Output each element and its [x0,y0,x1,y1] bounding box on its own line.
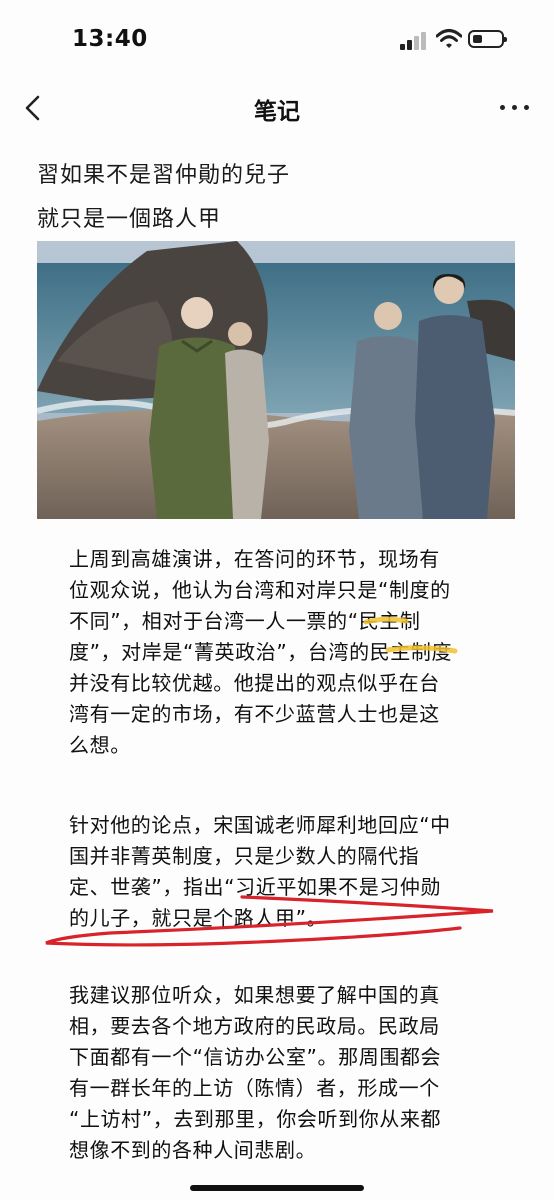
battery-icon [468,30,507,48]
paragraph-line: 么想。 [69,733,131,757]
paragraph-line: 的儿子，就只是个路人甲”。 [69,906,328,930]
wifi-icon [436,29,462,48]
signal-icon [400,30,428,50]
paragraph-line: 湾有一定的市场，有不少蓝营人士也是这 [69,702,440,726]
paragraph-line: 定、世袭”，指出“习近平如果不是习仲勋 [69,875,442,899]
paragraph-line: 上周到高雄演讲，在答问的环节，现场有 [69,547,440,571]
paragraph-line: 想像不到的各种人间悲剧。 [69,1138,317,1162]
paragraph-line: 我建议那位听众，如果想要了解中国的真 [69,983,440,1007]
beach-photo [37,241,515,519]
more-options-icon[interactable] [500,100,530,114]
photo-illustration [37,241,515,519]
paragraph-line: “上访村”，去到那里，你会听到你从来都 [69,1107,442,1131]
caption-line-1: 習如果不是習仲勛的兒子 [37,163,291,188]
back-chevron-icon[interactable] [22,92,52,124]
status-bar: 13:40 [0,0,554,86]
paragraph-2: 针对他的论点，宋国诚老师犀利地回应“中 国并非菁英制度，只是少数人的隔代指 定、… [69,810,489,934]
home-indicator[interactable] [190,1185,364,1191]
paragraph-1: 上周到高雄演讲，在答问的环节，现场有 位观众说，他认为台湾和对岸只是“制度的 不… [69,544,489,761]
paragraph-line: 下面都有一个“信访办公室”。那周围都会 [69,1045,442,1069]
paragraph-line: 国并非菁英制度，只是少数人的隔代指 [69,844,420,868]
paragraph-line: 有一群长年的上访（陈情）者，形成一个 [69,1076,440,1100]
paragraph-line: 针对他的论点，宋国诚老师犀利地回应“中 [69,813,451,837]
paragraph-line: 度”，对岸是“菁英政治”，台湾的民主制度 [69,640,453,664]
page-title: 笔记 [254,99,300,125]
paragraph-3: 我建议那位听众，如果想要了解中国的真 相，要去各个地方政府的民政局。民政局 下面… [69,980,489,1166]
paragraph-line: 相，要去各个地方政府的民政局。民政局 [69,1014,440,1038]
status-time: 13:40 [72,26,148,52]
paragraph-line: 并没有比较优越。他提出的观点似乎在台 [69,671,440,695]
paragraph-line: 位观众说，他认为台湾和对岸只是“制度的 [69,578,451,602]
caption-line-2: 就只是一個路人甲 [37,207,222,232]
paragraph-line: 不同”，相对于台湾一人一票的“民主制 [69,609,421,633]
nav-bar: 笔记 [0,86,554,130]
